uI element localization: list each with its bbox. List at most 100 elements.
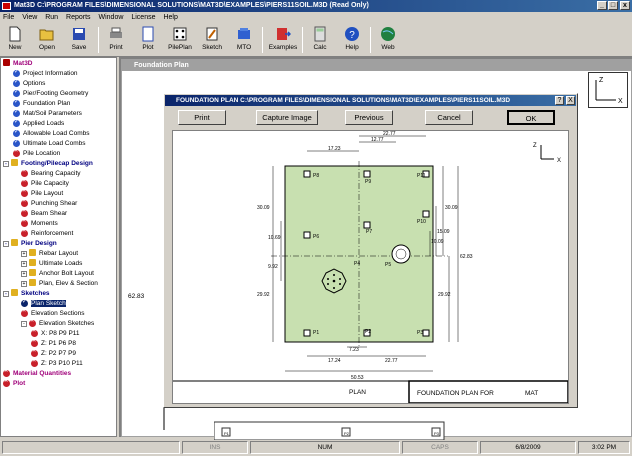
svg-text:X: X: [557, 158, 561, 164]
tree-item[interactable]: + Anchor Bolt Layout: [21, 269, 94, 279]
tree-item-label: Pier Design: [21, 240, 57, 247]
svg-text:62.83: 62.83: [128, 293, 145, 300]
tree-item[interactable]: Pier/Footing Geometry: [13, 89, 88, 99]
tree-item-label: Foundation Plan: [23, 100, 71, 107]
tree-item[interactable]: Beam Shear: [21, 209, 67, 219]
close-button[interactable]: x: [620, 1, 630, 10]
check-circle-icon: [13, 120, 20, 127]
tree-item[interactable]: X: P8 P9 P11: [31, 329, 80, 339]
tree-item[interactable]: Z: P3 P10 P11: [31, 359, 83, 369]
tree-item[interactable]: Z: P1 P6 P8: [31, 339, 76, 349]
dialog-help-button[interactable]: ?: [555, 96, 564, 105]
calculator-icon: [314, 26, 326, 42]
check-circle-icon: [13, 100, 20, 107]
menu-run[interactable]: Run: [45, 14, 58, 21]
calc-button[interactable]: Calc: [305, 25, 335, 56]
tree-item[interactable]: + Rebar Layout: [21, 249, 78, 259]
cancel-button[interactable]: Cancel: [425, 110, 473, 125]
new-file-icon: [9, 26, 21, 42]
expand-icon[interactable]: +: [21, 251, 27, 257]
dialog-close-button[interactable]: X: [566, 96, 575, 105]
tree-item[interactable]: Bearing Capacity: [21, 169, 81, 179]
menu-bar: File View Run Reports Window License Hel…: [0, 12, 632, 23]
sketch-button[interactable]: Sketch: [197, 25, 227, 56]
tree-item[interactable]: Foundation Plan: [13, 99, 70, 109]
menu-window[interactable]: Window: [99, 14, 124, 21]
collapse-icon[interactable]: -: [21, 321, 27, 327]
previous-button[interactable]: Previous: [345, 110, 393, 125]
pile-p9: [363, 170, 371, 178]
tree-item-label: Project Information: [23, 70, 78, 77]
collapse-icon[interactable]: -: [3, 241, 9, 247]
capture-image-button[interactable]: Capture Image: [256, 110, 318, 125]
expand-icon[interactable]: +: [21, 261, 27, 267]
web-button[interactable]: Web: [373, 25, 403, 56]
examples-icon: [277, 28, 291, 40]
tree-item[interactable]: Mat3D: [3, 59, 33, 69]
menu-file[interactable]: File: [3, 14, 14, 21]
tree-item[interactable]: Pile Layout: [21, 189, 63, 199]
folder-icon: [11, 289, 18, 296]
tree-item[interactable]: Mat/Soil Parameters: [13, 109, 82, 119]
tree-item[interactable]: Punching Shear: [21, 199, 77, 209]
expand-icon[interactable]: +: [21, 281, 27, 287]
status-message: [2, 441, 180, 454]
tree-item[interactable]: Ultimate Load Combs: [13, 139, 86, 149]
tree-item[interactable]: Material Quantities: [3, 369, 71, 379]
menu-view[interactable]: View: [22, 14, 37, 21]
tree-item[interactable]: Options: [13, 79, 45, 89]
examples-button[interactable]: Examples: [266, 25, 300, 56]
collapse-icon[interactable]: -: [3, 161, 9, 167]
minimize-button[interactable]: _: [597, 1, 607, 10]
save-button[interactable]: Save: [64, 25, 94, 56]
tree-item[interactable]: Pile Capacity: [21, 179, 69, 189]
tree-item[interactable]: - Pier Design: [3, 239, 57, 249]
tree-item-label: Moments: [31, 220, 58, 227]
error-x-icon: [21, 210, 28, 217]
tree-item-label: Pile Capacity: [31, 180, 69, 187]
tree-item[interactable]: Plan Sketch: [21, 299, 66, 309]
menu-license[interactable]: License: [131, 14, 155, 21]
maximize-button[interactable]: □: [608, 1, 618, 10]
open-button[interactable]: Open: [32, 25, 62, 56]
menu-help[interactable]: Help: [163, 14, 177, 21]
pileplan-button[interactable]: PilePlan: [165, 25, 195, 56]
tree-item-label: Elevation Sections: [31, 310, 85, 317]
tree-item[interactable]: Project Information: [13, 69, 78, 79]
ok-button[interactable]: OK: [507, 110, 555, 125]
tree-item-label: Allowable Load Combs: [23, 130, 90, 137]
tree-item[interactable]: Moments: [21, 219, 58, 229]
tree-item[interactable]: Reinforcement: [21, 229, 73, 239]
print-button[interactable]: Print: [101, 25, 131, 56]
tree-item[interactable]: - Footing/Pilecap Design: [3, 159, 93, 169]
tree-item[interactable]: Applied Loads: [13, 119, 64, 129]
tree-item[interactable]: Allowable Load Combs: [13, 129, 89, 139]
svg-text:Z: Z: [533, 143, 537, 149]
tree-item[interactable]: - Sketches: [3, 289, 50, 299]
tree-item-label: Z: P3 P10 P11: [41, 360, 83, 367]
mto-button[interactable]: MTO: [229, 25, 259, 56]
svg-text:9.92: 9.92: [268, 264, 278, 270]
tree-item-label: Rebar Layout: [39, 250, 79, 257]
background-dimension: 62.83: [128, 110, 165, 430]
tree-item[interactable]: + Plan, Elev & Section: [21, 279, 98, 289]
tree-item-label: Plan, Elev & Section: [39, 280, 98, 287]
collapse-icon[interactable]: -: [3, 291, 9, 297]
status-date: 6/8/2009: [480, 441, 576, 454]
tree-item[interactable]: Z: P2 P7 P9: [31, 349, 76, 359]
new-button[interactable]: New: [0, 25, 30, 56]
plot-button[interactable]: Plot: [133, 25, 163, 56]
tree-item-label: Pile Location: [23, 150, 61, 157]
tree-item-label: Mat3D: [13, 60, 33, 67]
expand-icon[interactable]: +: [21, 271, 27, 277]
print-plan-button[interactable]: Print: [178, 110, 226, 125]
pile-p8: [303, 170, 311, 178]
svg-text:22.77: 22.77: [383, 131, 396, 137]
menu-reports[interactable]: Reports: [66, 14, 91, 21]
tree-item[interactable]: Pile Location: [13, 149, 60, 159]
tree-item[interactable]: Plot: [3, 379, 25, 389]
tree-item[interactable]: + Ultimate Loads: [21, 259, 82, 269]
plan-drawing-canvas: P8 P9 P11 P6 P7 P10 P1 P2 P3 P4 P5 22.77…: [172, 130, 569, 404]
help-button[interactable]: ? Help: [337, 25, 367, 56]
error-x-icon: [31, 330, 38, 337]
